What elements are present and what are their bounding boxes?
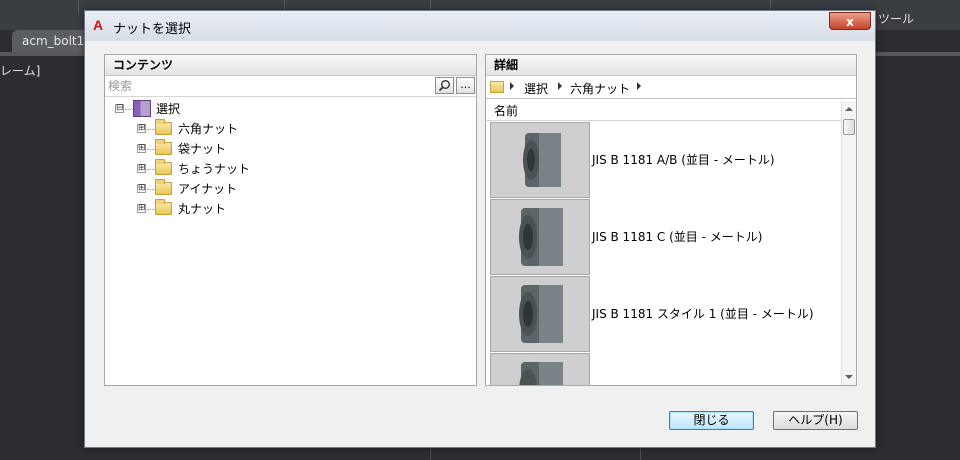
column-header-name[interactable]: 名前 <box>486 101 841 121</box>
list-item-label: JIS B 1181 C (並目 - メートル) <box>592 230 763 244</box>
magnifier-icon <box>438 80 450 92</box>
nut-thumbnail <box>490 122 590 198</box>
hex-nut-image <box>519 285 563 343</box>
tree-item-label: 袋ナット <box>178 142 227 156</box>
folder-icon <box>155 159 172 175</box>
expand-icon[interactable]: ⊞ <box>137 124 146 133</box>
list-item[interactable]: JIS B 1181 スタイル 1 (並目 - メートル) <box>486 276 841 353</box>
menubar-divider <box>0 0 79 14</box>
dialog-title: ナットを選択 <box>113 22 192 37</box>
folder-icon <box>155 199 172 215</box>
nut-thumbnail <box>490 276 590 352</box>
tree-item-label: 選択 <box>156 102 181 116</box>
folder-icon[interactable] <box>490 81 504 93</box>
background-divider <box>640 448 641 460</box>
list-item-label: JIS B 1181 スタイル 1 (並目 - メートル) <box>592 307 814 321</box>
autocad-a-icon: A <box>93 17 104 33</box>
search-row: ... <box>105 76 476 97</box>
dialog-titlebar[interactable]: A ナットを選択 x <box>85 11 875 41</box>
background-menu-tools[interactable]: ツール <box>878 10 914 27</box>
details-panel: 詳細 選択 六角ナット 名前 JIS B 1181 A/B (並目 - メートル… <box>485 54 857 386</box>
folder-icon <box>155 139 172 155</box>
scroll-down-icon[interactable] <box>845 375 853 379</box>
expand-icon[interactable]: ⊞ <box>137 144 146 153</box>
background-text: レーム] <box>0 64 41 78</box>
breadcrumb-item[interactable]: 六角ナット <box>570 80 630 97</box>
list-item[interactable]: JIS B 1181 C (並目 - メートル) <box>486 199 841 276</box>
contents-panel-header: コンテンツ <box>105 55 476 76</box>
drawing-tab[interactable]: acm_bolt1 <box>12 30 88 52</box>
vertical-scrollbar[interactable] <box>841 101 856 385</box>
breadcrumb-item[interactable]: 選択 <box>524 80 548 97</box>
book-icon <box>133 100 151 117</box>
tree-item-label: ちょうナット <box>178 162 251 176</box>
scrollbar-thumb[interactable] <box>843 119 855 135</box>
scroll-up-icon[interactable] <box>845 107 853 111</box>
list-item-label: JIS B 1181 A/B (並目 - メートル) <box>592 153 775 167</box>
details-panel-header: 詳細 <box>486 55 856 76</box>
search-button[interactable] <box>435 77 454 94</box>
chevron-right-icon[interactable] <box>637 82 641 90</box>
help-button[interactable]: ヘルプ(H) <box>773 411 858 430</box>
search-input[interactable] <box>105 76 433 96</box>
tree-item-label: 丸ナット <box>178 202 227 216</box>
nut-thumbnail <box>490 353 590 385</box>
tree-item-label: 六角ナット <box>178 122 239 136</box>
close-button[interactable]: 閉じる <box>669 411 754 430</box>
breadcrumb: 選択 六角ナット <box>486 76 856 99</box>
more-options-button[interactable]: ... <box>456 77 475 94</box>
hex-nut-image <box>519 208 563 266</box>
expand-icon[interactable]: ⊞ <box>137 184 146 193</box>
list-item[interactable] <box>486 353 841 385</box>
close-window-button[interactable]: x <box>829 12 871 30</box>
contents-panel: コンテンツ ... ⊟ 選択 ⊞ 六角ナッ <box>104 54 477 386</box>
collapse-icon[interactable]: ⊟ <box>115 104 124 113</box>
expand-icon[interactable]: ⊞ <box>137 164 146 173</box>
chevron-right-icon[interactable] <box>510 82 514 90</box>
folder-icon <box>155 179 172 195</box>
close-icon: x <box>846 15 854 29</box>
hex-nut-image <box>519 362 563 385</box>
select-nut-dialog: A ナットを選択 x コンテンツ ... ⊟ 選択 <box>84 10 876 448</box>
chevron-right-icon[interactable] <box>558 82 562 90</box>
expand-icon[interactable]: ⊞ <box>137 204 146 213</box>
tree-item-label: アイナット <box>178 182 238 196</box>
hex-nut-image <box>523 133 561 187</box>
nut-list: JIS B 1181 A/B (並目 - メートル) JIS B 1181 C … <box>486 122 841 385</box>
nut-thumbnail <box>490 199 590 275</box>
list-item[interactable]: JIS B 1181 A/B (並目 - メートル) <box>486 122 841 199</box>
background-divider <box>430 448 431 460</box>
folder-icon <box>155 119 172 135</box>
